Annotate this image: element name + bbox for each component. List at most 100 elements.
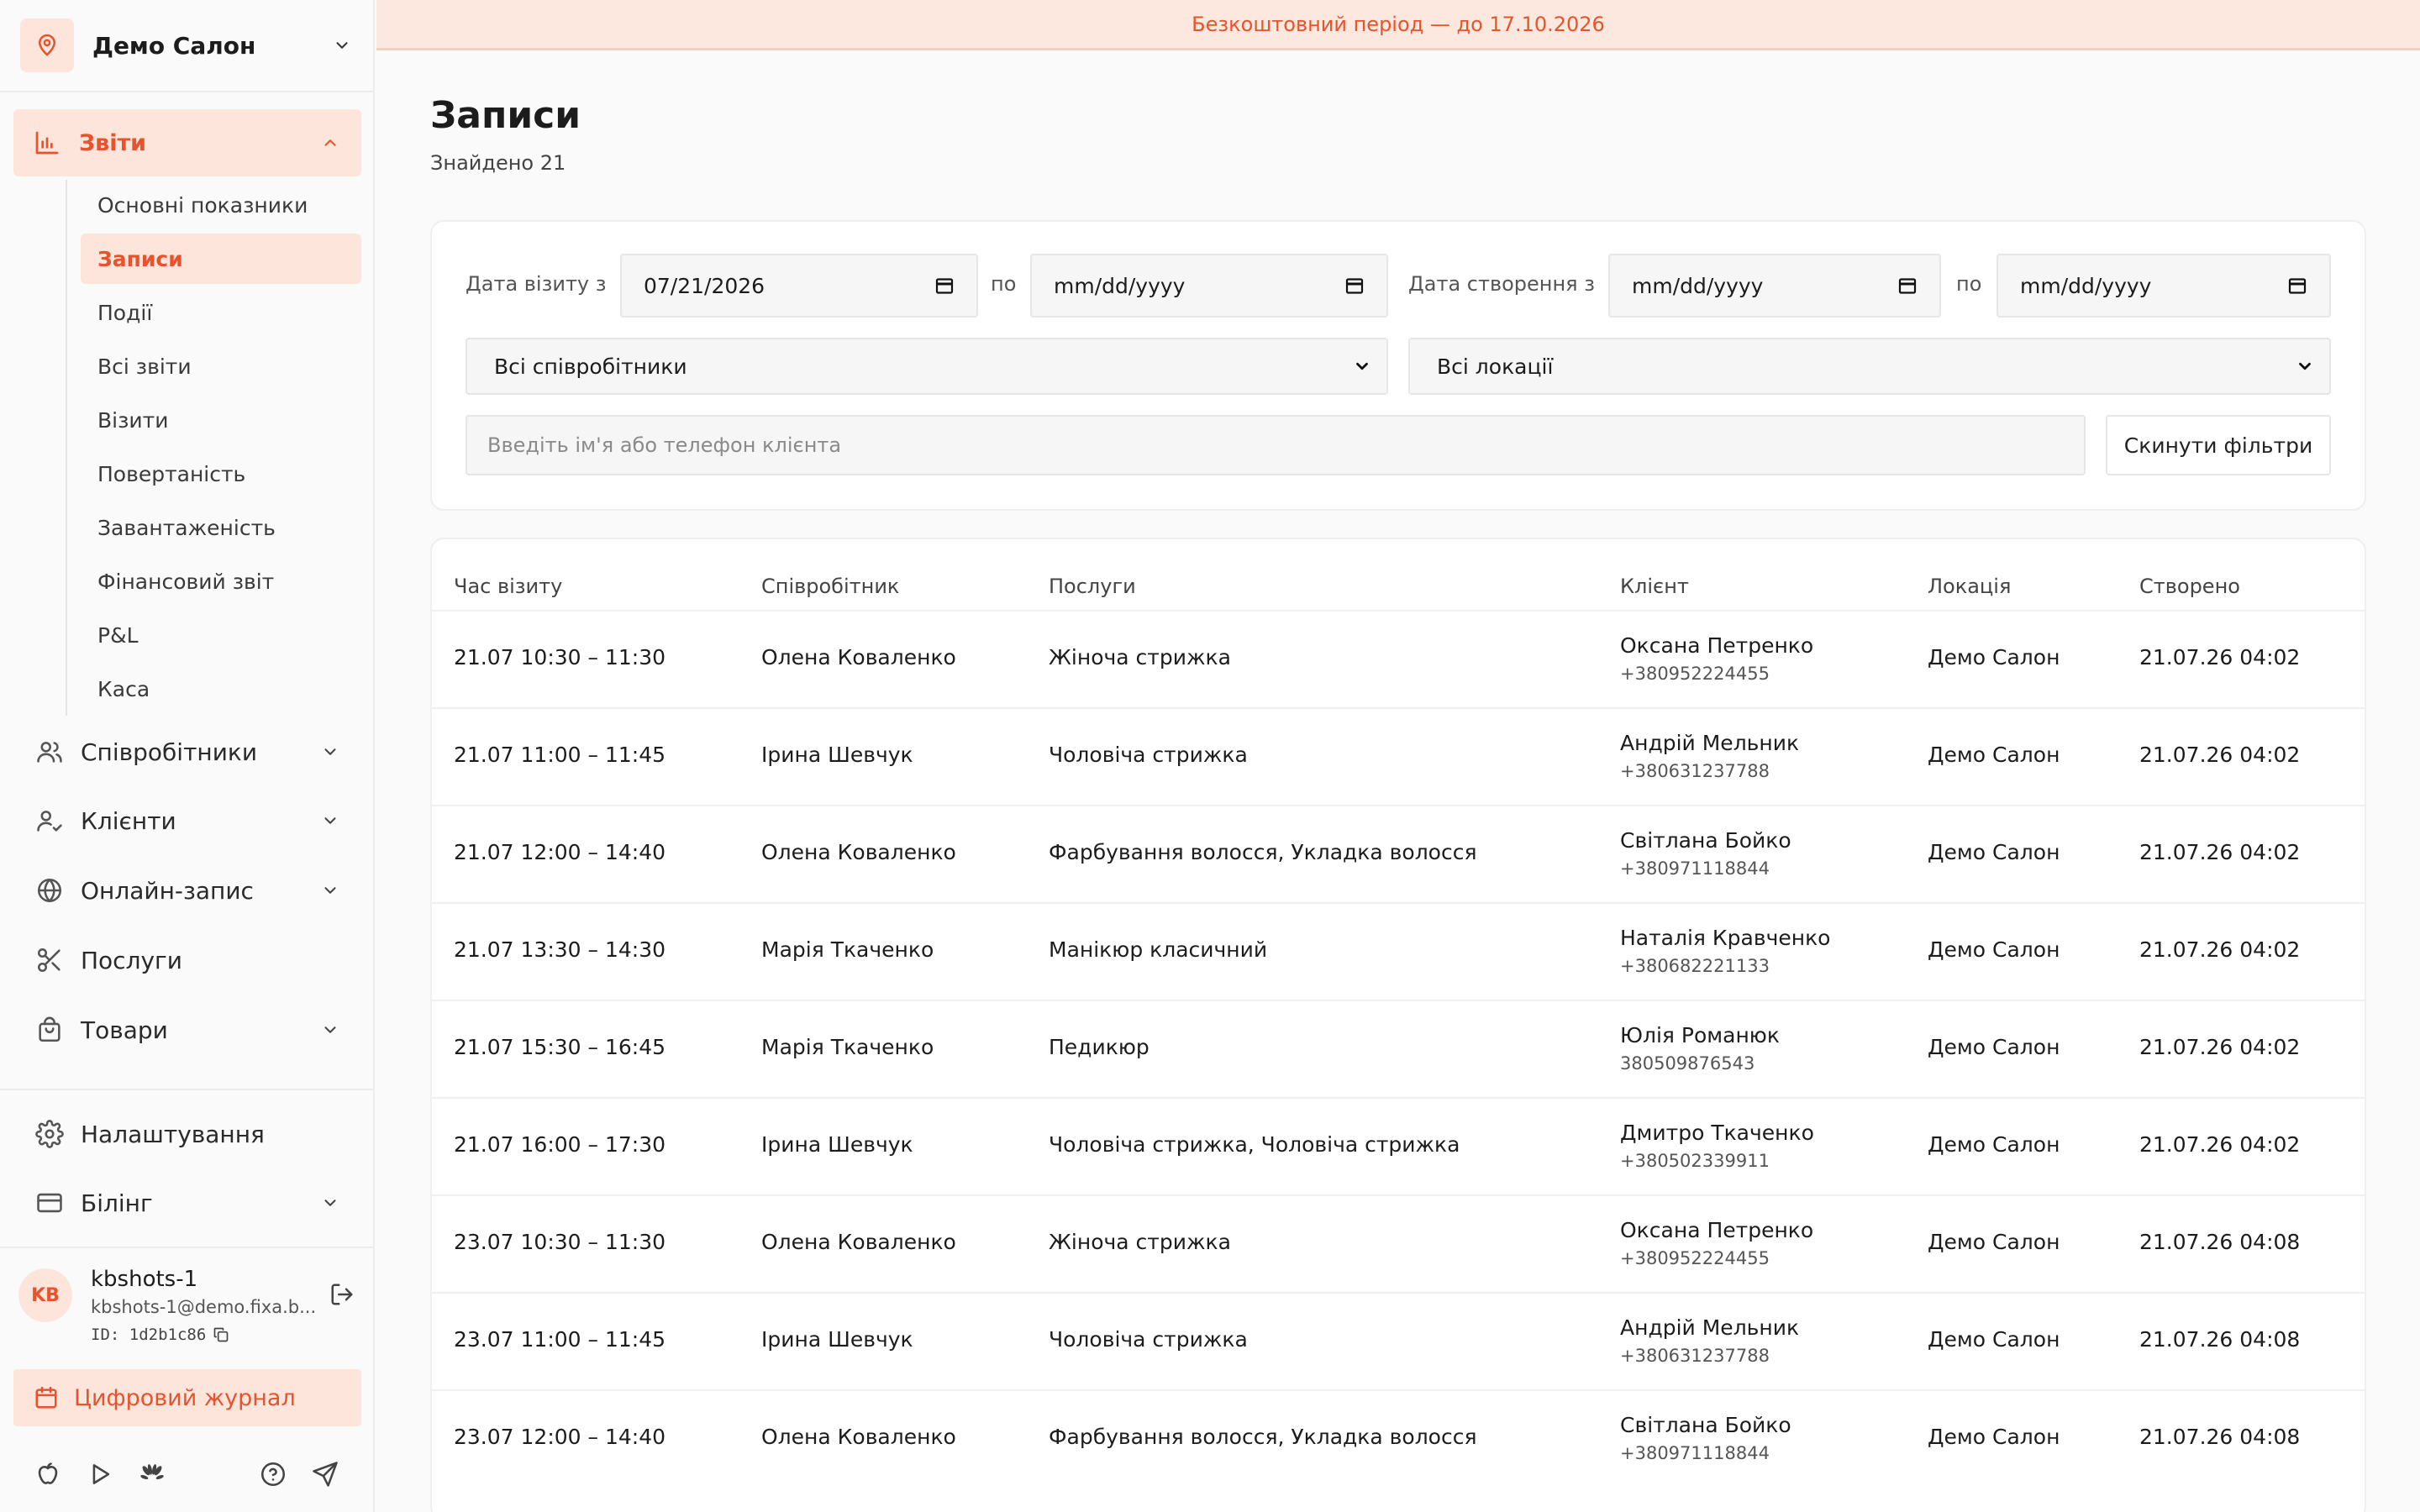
- calendar-icon: [34, 1385, 59, 1410]
- chevron-down-icon: [321, 811, 339, 830]
- table-row[interactable]: 23.07 11:00 – 11:45 Ірина Шевчук Чоловіч…: [432, 1292, 2365, 1389]
- visit-time-cell: 23.07 10:30 – 11:30: [454, 1230, 666, 1254]
- sidebar-item-reports[interactable]: Звіти: [13, 109, 361, 176]
- calendar-icon[interactable]: [1897, 276, 1918, 296]
- table-row[interactable]: 21.07 10:30 – 11:30 Олена Коваленко Жіно…: [432, 610, 2365, 707]
- locations-select-value: Всі локації: [1437, 354, 1554, 379]
- table-row[interactable]: 23.07 12:00 – 14:40 Олена Коваленко Фарб…: [432, 1389, 2365, 1487]
- sidebar-item-label: Послуги: [81, 946, 182, 974]
- column-header-location: Локація: [1928, 575, 2012, 598]
- chevron-down-icon: [1353, 357, 1371, 375]
- location-cell: Демо Салон: [1928, 645, 2060, 669]
- created-date-to-input[interactable]: mm/dd/yyyy: [1996, 254, 2331, 318]
- services-cell: Педикюр: [1049, 1035, 1150, 1059]
- subnav-item-financial-report[interactable]: Фінансовий звіт: [81, 556, 361, 606]
- sidebar-item-employees[interactable]: Співробітники: [13, 723, 361, 780]
- play-icon[interactable]: [86, 1460, 114, 1488]
- location-cell: Демо Салон: [1928, 1230, 2060, 1254]
- to-label: по: [991, 272, 1017, 296]
- huawei-icon[interactable]: [138, 1460, 166, 1488]
- sidebar-item-label: Онлайн-запис: [81, 876, 254, 905]
- table-row[interactable]: 23.07 10:30 – 11:30 Олена Коваленко Жіно…: [432, 1194, 2365, 1292]
- subnav-item-workload[interactable]: Завантаженість: [81, 502, 361, 553]
- user-name: kbshots-1: [91, 1267, 198, 1292]
- subnav-item-events[interactable]: Події: [81, 287, 361, 338]
- client-phone-cell: 380509876543: [1620, 1053, 1755, 1074]
- created-cell: 21.07.26 04:02: [2139, 937, 2301, 962]
- bar-chart-icon: [34, 129, 60, 156]
- subnav-item-cash[interactable]: Каса: [81, 664, 361, 714]
- client-name-cell: Наталія Кравченко: [1620, 926, 1831, 950]
- digital-journal-label: Цифровий журнал: [74, 1384, 296, 1411]
- subnav-item-retention[interactable]: Повертаність: [81, 449, 361, 499]
- calendar-icon[interactable]: [934, 276, 955, 296]
- employees-select[interactable]: Всі співробітники: [466, 338, 1388, 395]
- services-cell: Чоловіча стрижка, Чоловіча стрижка: [1049, 1132, 1460, 1157]
- subnav-item-all-reports[interactable]: Всі звіти: [81, 341, 361, 391]
- results-count: Знайдено 21: [430, 151, 566, 175]
- table-row[interactable]: 21.07 16:00 – 17:30 Ірина Шевчук Чоловіч…: [432, 1097, 2365, 1194]
- created-cell: 21.07.26 04:08: [2139, 1327, 2301, 1352]
- digital-journal-button[interactable]: Цифровий журнал: [13, 1369, 361, 1426]
- sidebar-item-products[interactable]: Товари: [13, 1001, 361, 1058]
- visit-date-from-input[interactable]: 07/21/2026: [620, 254, 978, 318]
- calendar-icon[interactable]: [2287, 276, 2307, 296]
- chevron-up-icon: [321, 134, 339, 152]
- subnav-item-pnl[interactable]: P&L: [81, 610, 361, 660]
- employee-cell: Олена Коваленко: [761, 840, 956, 864]
- reset-filters-button[interactable]: Скинути фільтри: [2106, 415, 2331, 475]
- column-header-created: Створено: [2139, 575, 2240, 598]
- client-phone-cell: +380631237788: [1620, 761, 1770, 781]
- services-cell: Фарбування волосся, Укладка волосся: [1049, 840, 1477, 864]
- calendar-icon[interactable]: [1344, 276, 1365, 296]
- salon-selector[interactable]: Демо Салон: [20, 18, 358, 72]
- user-email: kbshots-1@demo.fixa.b...: [91, 1297, 317, 1317]
- subnav-item-appointments[interactable]: Записи: [81, 234, 361, 284]
- created-cell: 21.07.26 04:02: [2139, 840, 2301, 864]
- copy-icon[interactable]: [213, 1326, 229, 1343]
- sidebar-item-online-booking[interactable]: Онлайн-запис: [13, 862, 361, 919]
- created-cell: 21.07.26 04:02: [2139, 1035, 2301, 1059]
- employee-cell: Олена Коваленко: [761, 1230, 956, 1254]
- shopping-bag-icon: [35, 1016, 64, 1044]
- sidebar-item-billing[interactable]: Білінг: [13, 1174, 361, 1231]
- user-card: KB kbshots-1 kbshots-1@demo.fixa.b... ID…: [18, 1262, 363, 1354]
- location-cell: Демо Салон: [1928, 1132, 2060, 1157]
- client-name-cell: Андрій Мельник: [1620, 731, 1800, 755]
- subnav-line: [66, 180, 67, 716]
- gear-icon: [35, 1120, 64, 1148]
- visit-time-cell: 21.07 13:30 – 14:30: [454, 937, 666, 962]
- location-cell: Демо Салон: [1928, 1425, 2060, 1449]
- sidebar-item-settings[interactable]: Налаштування: [13, 1105, 361, 1163]
- globe-icon: [35, 876, 64, 905]
- client-phone-cell: +380952224455: [1620, 664, 1770, 684]
- subnav-item-key-metrics[interactable]: Основні показники: [81, 180, 361, 230]
- client-search-input[interactable]: [466, 415, 2086, 475]
- sidebar-item-clients[interactable]: Клієнти: [13, 792, 361, 849]
- created-date-from-input[interactable]: mm/dd/yyyy: [1608, 254, 1941, 318]
- credit-card-icon: [35, 1189, 64, 1217]
- table-row[interactable]: 21.07 11:00 – 11:45 Ірина Шевчук Чоловіч…: [432, 707, 2365, 805]
- column-header-services: Послуги: [1049, 575, 1136, 598]
- table-row[interactable]: 21.07 12:00 – 14:40 Олена Коваленко Фарб…: [432, 805, 2365, 902]
- appointments-table: Час візиту Співробітник Послуги Клієнт Л…: [430, 538, 2366, 1512]
- client-phone-cell: +380682221133: [1620, 956, 1770, 976]
- visit-time-cell: 21.07 11:00 – 11:45: [454, 743, 666, 767]
- logout-icon[interactable]: [329, 1282, 355, 1307]
- visit-time-cell: 21.07 12:00 – 14:40: [454, 840, 666, 864]
- location-cell: Демо Салон: [1928, 840, 2060, 864]
- page-title: Записи: [430, 94, 581, 137]
- send-icon[interactable]: [311, 1460, 339, 1488]
- visit-date-to-input[interactable]: mm/dd/yyyy: [1030, 254, 1388, 318]
- table-row[interactable]: 21.07 13:30 – 14:30 Марія Ткаченко Манік…: [432, 902, 2365, 1000]
- table-row[interactable]: 21.07 15:30 – 16:45 Марія Ткаченко Педик…: [432, 1000, 2365, 1097]
- services-cell: Манікюр класичний: [1049, 937, 1268, 962]
- client-name-cell: Юлія Романюк: [1620, 1023, 1780, 1047]
- services-cell: Чоловіча стрижка: [1049, 1327, 1248, 1352]
- locations-select[interactable]: Всі локації: [1408, 338, 2331, 395]
- subnav-item-visits[interactable]: Візити: [81, 395, 361, 445]
- sidebar-item-services[interactable]: Послуги: [13, 932, 361, 989]
- apple-icon[interactable]: [34, 1460, 62, 1488]
- help-icon[interactable]: [259, 1460, 287, 1488]
- employee-cell: Марія Ткаченко: [761, 1035, 934, 1059]
